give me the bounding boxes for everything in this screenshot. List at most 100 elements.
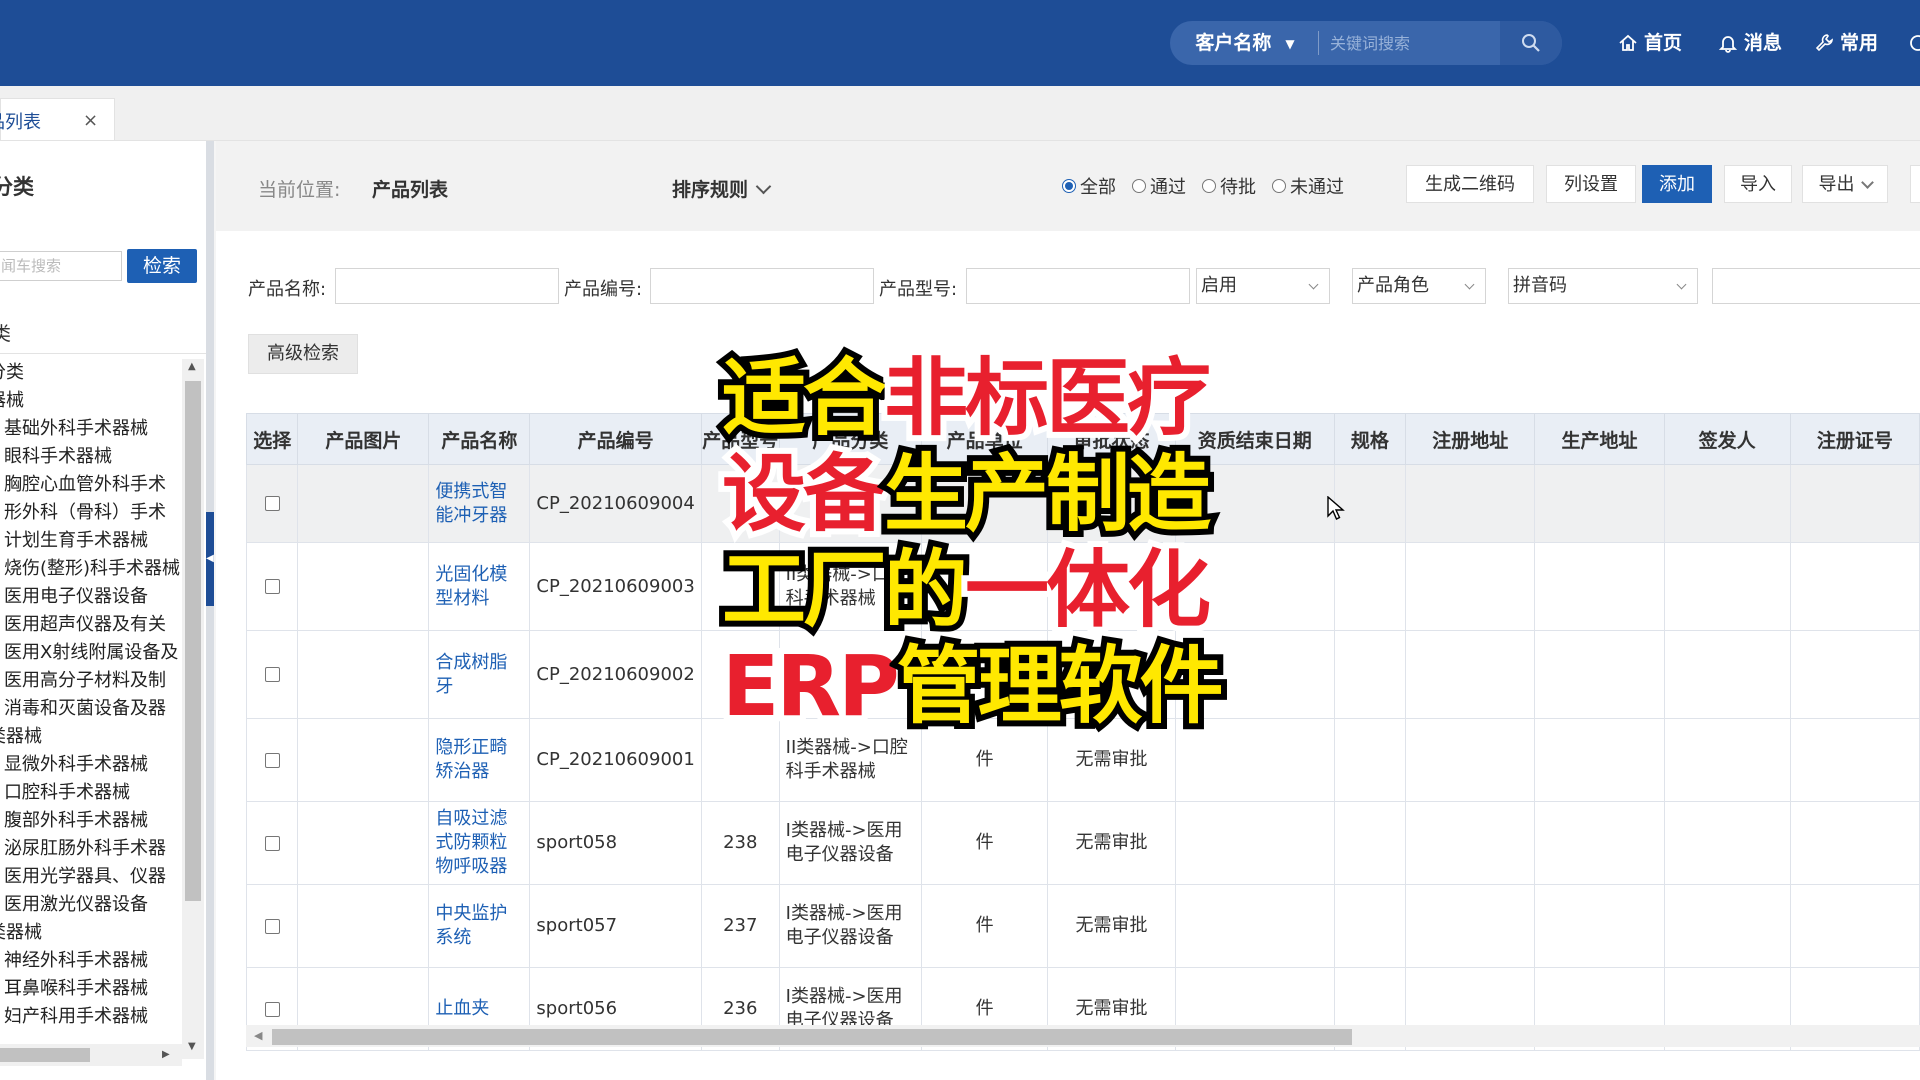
tree-item[interactable]: 医用X射线附属设备及 <box>0 639 180 667</box>
table-row[interactable]: 光固化模型材料 CP_20210609003 II类器械->口腔科手术器械 <box>245 542 1920 631</box>
col-spec[interactable]: 规格 <box>1333 413 1407 465</box>
product-name-input[interactable] <box>335 268 559 304</box>
add-button[interactable]: 添加 <box>1642 165 1712 203</box>
scroll-right-icon[interactable]: ▶ <box>162 1049 170 1060</box>
table-horizontal-scrollbar[interactable]: ◀ <box>246 1025 1920 1047</box>
pinyin-select[interactable]: 拼音码 <box>1508 268 1698 304</box>
tree-item[interactable]: 眼科手术器械 <box>0 443 180 471</box>
nav-messages[interactable]: 消息 <box>1718 26 1782 60</box>
cell-select[interactable] <box>245 464 299 543</box>
extra-filter-input[interactable] <box>1712 268 1920 304</box>
row-checkbox[interactable] <box>264 835 280 851</box>
product-role-select[interactable]: 产品角色 <box>1352 268 1486 304</box>
tree-item[interactable]: 医用电子仪器设备 <box>0 583 180 611</box>
search-type-dropdown[interactable]: 客户名称 ▼ <box>1170 21 1320 65</box>
radio-approved[interactable]: 通过 <box>1132 173 1186 199</box>
radio-button[interactable] <box>1202 179 1216 193</box>
cell-select[interactable] <box>245 630 299 719</box>
tree-item[interactable]: 医用激光仪器设备 <box>0 891 180 919</box>
tree-item[interactable]: 耳鼻喉科手术器械 <box>0 975 180 1003</box>
tree-item[interactable]: 神经外科手术器械 <box>0 947 180 975</box>
tree-item[interactable]: 妇产科用手术器械 <box>0 1003 180 1031</box>
tree-item[interactable]: 消毒和灭菌设备及器 <box>0 695 180 723</box>
col-production-address[interactable]: 生产地址 <box>1534 413 1665 465</box>
scrollbar-thumb[interactable] <box>0 1048 90 1062</box>
product-name-link[interactable]: 便携式智能冲牙器 <box>435 481 507 526</box>
nav-home[interactable]: 首页 <box>1618 26 1682 60</box>
category-search-button[interactable]: 检索 <box>127 249 197 283</box>
tree-horizontal-scrollbar[interactable]: ▶ <box>0 1044 182 1066</box>
row-checkbox[interactable] <box>264 667 280 682</box>
cell-select[interactable] <box>245 718 299 802</box>
tree-item[interactable]: 器械 <box>0 387 180 415</box>
tree-item[interactable]: 形外科（骨科）手术 <box>0 499 180 527</box>
product-name-link[interactable]: 止血夹 <box>435 998 489 1019</box>
status-select[interactable]: 启用 <box>1196 268 1330 304</box>
tree-item[interactable]: 分类 <box>0 359 180 387</box>
tree-item[interactable]: 泌尿肛肠外科手术器 <box>0 835 180 863</box>
tree-item[interactable]: 医用光学器具、仪器 <box>0 863 180 891</box>
advanced-search-button[interactable]: 高级检索 <box>248 334 358 374</box>
tree-item[interactable]: 类器械 <box>0 919 180 947</box>
col-approval-status[interactable]: 审批状态 <box>1047 413 1176 465</box>
product-name-link[interactable]: 光固化模型材料 <box>435 564 507 609</box>
column-settings-button[interactable]: 列设置 <box>1546 165 1636 203</box>
radio-all[interactable]: 全部 <box>1062 173 1116 199</box>
radio-rejected[interactable]: 未通过 <box>1272 173 1344 199</box>
row-checkbox[interactable] <box>264 1001 280 1017</box>
tree-item[interactable]: 医用超声仪器及有关 <box>0 611 180 639</box>
scrollbar-thumb[interactable] <box>272 1029 1352 1045</box>
cell-select[interactable] <box>245 884 299 968</box>
product-code-input[interactable] <box>650 268 874 304</box>
product-name-link[interactable]: 自吸过滤式防颗粒物呼吸器 <box>435 808 507 877</box>
table-row[interactable]: 合成树脂牙 CP_20210609002 <box>245 630 1920 719</box>
nav-more[interactable] <box>1908 26 1920 60</box>
radio-button[interactable] <box>1132 179 1146 193</box>
close-icon[interactable]: × <box>83 110 98 131</box>
tree-item[interactable]: 医用高分子材料及制 <box>0 667 180 695</box>
tree-vertical-scrollbar[interactable]: ▲ ▼ <box>182 359 204 1059</box>
product-name-link[interactable]: 合成树脂牙 <box>435 652 507 697</box>
tree-item[interactable]: 胸腔心血管外科手术 <box>0 471 180 499</box>
tab-product-list[interactable]: 品列表 × <box>0 98 115 140</box>
scrollbar-thumb[interactable] <box>185 381 201 901</box>
tree-item[interactable]: 类器械 <box>0 723 180 751</box>
tree-item[interactable]: 烧伤(整形)科手术器械 <box>0 555 180 583</box>
collapse-sidebar-handle[interactable]: ◀ <box>206 512 214 606</box>
col-unit[interactable]: 产品单位 <box>921 413 1049 465</box>
col-qualification-end-date[interactable]: 资质结束日期 <box>1174 413 1335 465</box>
col-registration-number[interactable]: 注册证号 <box>1789 413 1920 465</box>
import-button[interactable]: 导入 <box>1724 165 1792 203</box>
category-search-input[interactable] <box>0 251 122 281</box>
radio-button[interactable] <box>1062 179 1076 193</box>
tree-item[interactable]: 计划生育手术器械 <box>0 527 180 555</box>
tree-item[interactable]: 显微外科手术器械 <box>0 751 180 779</box>
col-image[interactable]: 产品图片 <box>297 413 430 465</box>
scroll-up-icon[interactable]: ▲ <box>188 361 196 372</box>
search-button[interactable] <box>1500 21 1562 65</box>
radio-button[interactable] <box>1272 179 1286 193</box>
row-checkbox[interactable] <box>264 752 280 768</box>
generate-qrcode-button[interactable]: 生成二维码 <box>1406 165 1534 203</box>
radio-pending[interactable]: 待批 <box>1202 173 1256 199</box>
row-checkbox[interactable] <box>264 579 280 594</box>
col-issuer[interactable]: 签发人 <box>1663 413 1791 465</box>
col-category[interactable]: 产品分类 <box>778 413 923 465</box>
sort-rule-dropdown[interactable]: 排序规则 <box>672 175 772 202</box>
nav-favorites[interactable]: 常用 <box>1814 26 1878 60</box>
row-checkbox[interactable] <box>264 918 280 934</box>
col-registered-address[interactable]: 注册地址 <box>1405 413 1536 465</box>
sidebar-splitter[interactable] <box>206 141 214 1080</box>
scroll-left-icon[interactable]: ◀ <box>254 1029 262 1042</box>
tree-item[interactable]: 基础外科手术器械 <box>0 415 180 443</box>
col-name[interactable]: 产品名称 <box>428 413 531 465</box>
tree-item[interactable]: 腹部外科手术器械 <box>0 807 180 835</box>
scroll-down-icon[interactable]: ▼ <box>188 1041 196 1052</box>
product-name-link[interactable]: 中央监护系统 <box>435 903 507 948</box>
cell-select[interactable] <box>245 801 299 885</box>
keyword-search-input[interactable] <box>1322 21 1466 65</box>
export-button[interactable]: 导出 <box>1802 165 1888 203</box>
table-row[interactable]: 便携式智能冲牙器 CP_20210609004 <box>245 464 1920 543</box>
product-name-link[interactable]: 隐形正畸矫治器 <box>435 737 507 782</box>
tree-item[interactable]: 口腔科手术器械 <box>0 779 180 807</box>
